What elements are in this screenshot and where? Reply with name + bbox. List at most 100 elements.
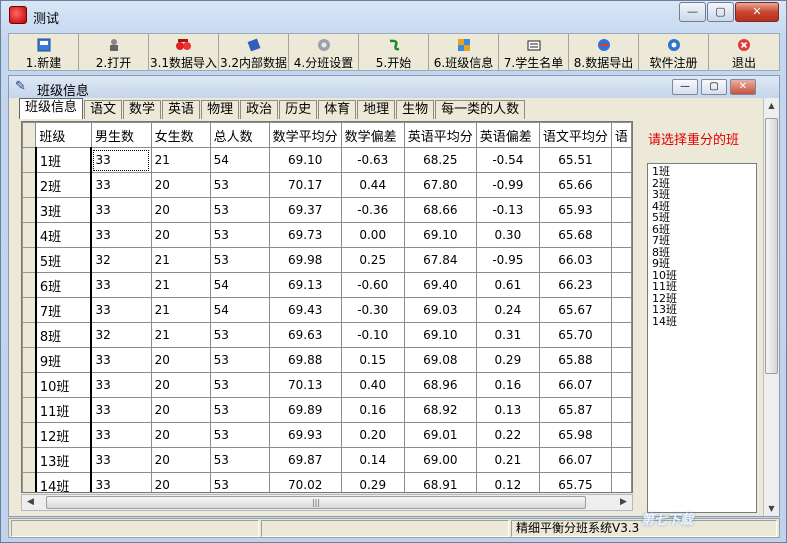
class-info-button[interactable]: 6.班级信息 (429, 34, 499, 70)
minimize-button[interactable]: — (679, 2, 706, 22)
table-cell[interactable]: 0.30 (475, 222, 540, 248)
table-cell[interactable]: 33 (90, 422, 152, 448)
exit-button[interactable]: 退出 (709, 34, 779, 70)
table-cell[interactable]: 69.89 (268, 397, 342, 423)
table-cell[interactable]: 20 (150, 397, 211, 423)
table-cell[interactable]: 69.00 (403, 447, 477, 473)
class-name-cell[interactable]: 7班 (34, 297, 93, 323)
table-cell[interactable]: 69.10 (403, 222, 477, 248)
class-name-cell[interactable]: 8班 (34, 322, 93, 348)
table-cell[interactable]: 68.66 (403, 197, 477, 223)
tab-chinese[interactable]: 语文 (84, 100, 123, 119)
table-cell[interactable]: 70.17 (268, 172, 342, 198)
class-settings-button[interactable]: 4.分班设置 (289, 34, 359, 70)
table-cell-partial[interactable] (610, 347, 632, 373)
start-button[interactable]: 5.开始 (359, 34, 429, 70)
list-item[interactable]: 11班 (652, 281, 752, 293)
table-cell[interactable]: -0.63 (340, 147, 405, 173)
table-cell[interactable]: 33 (90, 272, 152, 298)
table-cell[interactable]: 20 (150, 372, 211, 398)
table-cell[interactable]: 69.01 (403, 422, 477, 448)
table-row[interactable]: 1班 33 21 54 69.10 -0.63 68.25 -0.54 65.51 (22, 147, 632, 173)
row-indicator[interactable] (22, 347, 37, 373)
table-cell[interactable]: 32 (90, 247, 152, 273)
table-cell[interactable]: 68.91 (403, 472, 477, 492)
class-listbox[interactable]: 1班 2班 3班 4班 5班 6班 7班 8班 9班 10班 11班 12班 13班 14班 (647, 163, 757, 513)
vertical-scrollbar[interactable]: ▲ ▼ (763, 98, 779, 516)
table-cell[interactable]: 53 (209, 172, 270, 198)
import-button[interactable]: 3.1数据导入 (149, 34, 219, 70)
table-cell[interactable]: 66.07 (538, 447, 612, 473)
table-row[interactable]: 8班 32 21 53 69.63 -0.10 69.10 0.31 65.70 (22, 322, 632, 348)
table-cell[interactable]: 0.44 (340, 172, 405, 198)
table-cell[interactable]: 20 (150, 222, 211, 248)
table-cell[interactable]: 0.16 (340, 397, 405, 423)
student-list-button[interactable]: 7.学生名单 (499, 34, 569, 70)
class-name-cell[interactable]: 11班 (34, 397, 93, 423)
table-cell[interactable]: 54 (209, 272, 270, 298)
table-cell[interactable]: 67.84 (403, 247, 477, 273)
table-cell[interactable]: 21 (150, 272, 211, 298)
table-cell[interactable]: 20 (150, 422, 211, 448)
list-item[interactable]: 13班 (652, 304, 752, 316)
row-indicator[interactable] (22, 147, 37, 173)
open-button[interactable]: 2.打开 (79, 34, 149, 70)
table-cell[interactable]: 65.51 (538, 147, 612, 173)
table-cell[interactable]: 66.03 (538, 247, 612, 273)
class-name-cell[interactable]: 10班 (34, 372, 93, 398)
table-row[interactable]: 2班 33 20 53 70.17 0.44 67.80 -0.99 65.66 (22, 172, 632, 198)
class-name-cell[interactable]: 14班 (34, 472, 93, 492)
table-cell[interactable]: 33 (90, 172, 152, 198)
table-cell[interactable]: 53 (209, 422, 270, 448)
class-name-cell[interactable]: 1班 (34, 147, 93, 173)
tab-counts-per-category[interactable]: 每一类的人数 (435, 100, 526, 119)
tab-pe[interactable]: 体育 (318, 100, 357, 119)
table-cell[interactable]: 65.70 (538, 322, 612, 348)
table-cell-partial[interactable] (610, 197, 632, 223)
table-cell[interactable]: 69.88 (268, 347, 342, 373)
table-cell[interactable]: 0.14 (340, 447, 405, 473)
horizontal-scroll-thumb[interactable]: ||| (46, 496, 586, 509)
table-cell[interactable]: 0.29 (475, 347, 540, 373)
table-cell[interactable]: 21 (150, 322, 211, 348)
table-cell[interactable]: 0.24 (475, 297, 540, 323)
table-cell[interactable]: 32 (90, 322, 152, 348)
table-cell[interactable]: 65.98 (538, 422, 612, 448)
table-cell[interactable]: 54 (209, 297, 270, 323)
table-cell[interactable]: 0.20 (340, 422, 405, 448)
tab-class-info[interactable]: 班级信息 (19, 98, 84, 119)
horizontal-scrollbar[interactable]: ◀ ||| ▶ (21, 494, 633, 511)
row-indicator[interactable] (22, 472, 37, 492)
table-cell[interactable]: 53 (209, 247, 270, 273)
row-indicator[interactable] (22, 222, 37, 248)
list-item[interactable]: 9班 (652, 258, 752, 270)
row-indicator[interactable] (22, 322, 37, 348)
table-cell[interactable]: 69.43 (268, 297, 342, 323)
table-cell[interactable]: 0.29 (340, 472, 405, 492)
new-button[interactable]: 1.新建 (9, 34, 79, 70)
row-indicator[interactable] (22, 372, 37, 398)
table-cell[interactable]: 70.02 (268, 472, 342, 492)
row-indicator[interactable] (22, 272, 37, 298)
table-cell[interactable]: 65.87 (538, 397, 612, 423)
table-cell[interactable]: 53 (209, 322, 270, 348)
table-cell-partial[interactable] (610, 147, 632, 173)
table-cell[interactable]: 0.16 (475, 372, 540, 398)
table-cell[interactable]: 53 (209, 397, 270, 423)
table-cell[interactable]: 69.73 (268, 222, 342, 248)
table-cell[interactable]: 69.40 (403, 272, 477, 298)
table-cell[interactable]: 65.93 (538, 197, 612, 223)
table-cell[interactable]: -0.10 (340, 322, 405, 348)
table-cell[interactable]: 20 (150, 347, 211, 373)
column-header[interactable]: 英语平均分 (403, 122, 477, 148)
maximize-button[interactable]: ▢ (707, 2, 734, 22)
class-name-cell[interactable]: 13班 (34, 447, 93, 473)
tab-math[interactable]: 数学 (123, 100, 162, 119)
row-indicator[interactable] (22, 447, 37, 473)
table-cell[interactable]: 53 (209, 447, 270, 473)
table-cell[interactable]: 53 (209, 197, 270, 223)
row-indicator[interactable] (22, 422, 37, 448)
column-header[interactable]: 数学偏差 (340, 122, 405, 148)
table-cell[interactable]: -0.30 (340, 297, 405, 323)
table-cell[interactable]: 68.96 (403, 372, 477, 398)
